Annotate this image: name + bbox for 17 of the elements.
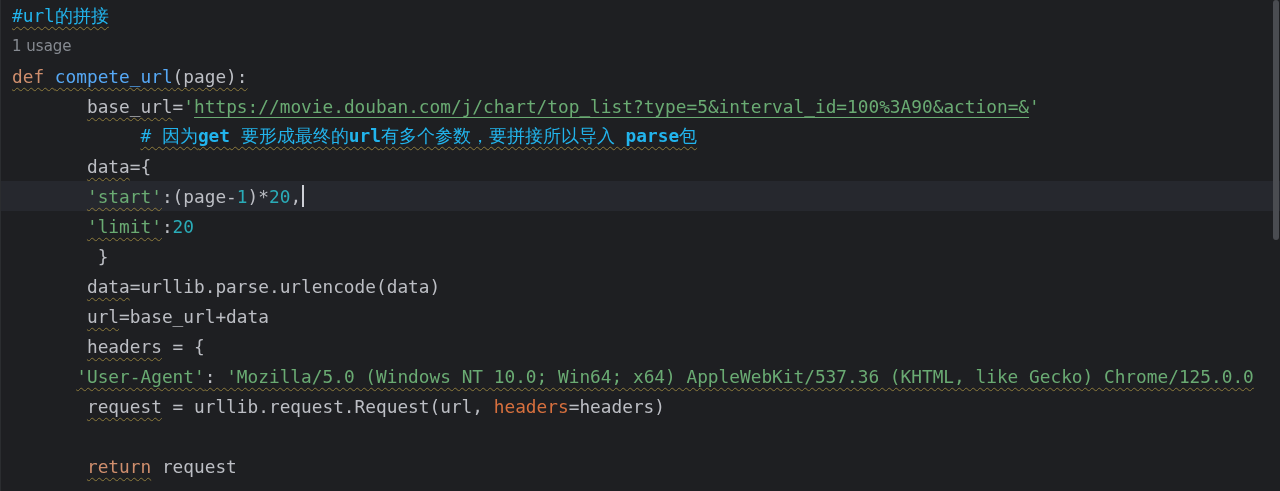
code-line: return request [85,454,238,479]
usage-hint[interactable]: 1 usage [12,37,72,55]
scrollbar-thumb[interactable] [1273,0,1279,240]
code-line: 'limit':20 [85,214,195,239]
code-line: request = urllib.request.Request(url, headers=headers) [85,394,667,419]
code-line: #url的拼接 [11,4,110,28]
code-line: url=base_url+data [85,304,270,329]
code-line: base_url='https://movie.douban.com/j/chart/top_list?type=5&interval_id=100%3A90&action=&' [85,94,1041,119]
code-editor[interactable] [0,0,1280,491]
code-line: # 因为get 要形成最终的url有多个参数，要拼接所以导入 parse包 [139,124,699,148]
code-line: 'User-Agent': 'Mozilla/5.0 (Windows NT 10.0; Win64; x64) AppleWebKit/537.36 (KHTML, like Gecko) Chrome/125.0.0 [75,364,1255,389]
text-caret [302,185,305,207]
code-line: data=urllib.parse.urlencode(data) [85,274,442,299]
code-line: } [96,244,110,269]
code-line: def compete_url(page): [11,64,249,89]
code-line: headers = { [85,334,206,359]
code-line: data={ [85,154,153,179]
